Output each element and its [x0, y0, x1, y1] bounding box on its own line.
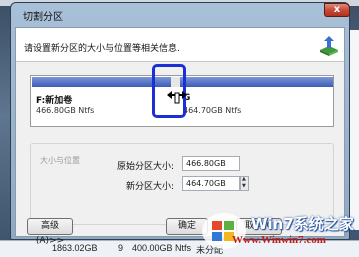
dialog-title: 切割分区 — [23, 12, 63, 23]
ok-button-label: 确定 — [177, 221, 196, 231]
advanced-button-label: 高级(A)>> — [35, 221, 65, 246]
split-partition-dialog: 切割分区 x 请设置新分区的大小与位置等相关信息. F:新加卷 466.80GB… — [10, 2, 350, 246]
advanced-button[interactable]: 高级(A)>> — [27, 218, 73, 246]
partition-left-name: F:新加卷 — [36, 96, 73, 106]
dialog-client-area: 请设置新分区的大小与位置等相关信息. F:新加卷 466.80GB Ntfs G… — [15, 27, 345, 246]
original-size-field[interactable]: 466.80GB — [182, 156, 240, 171]
partition-wizard-icon — [320, 36, 338, 56]
dialog-header: 请设置新分区的大小与位置等相关信息. — [16, 28, 344, 62]
watermark-url: Www.Winwin7.com — [232, 234, 326, 246]
new-size-label: 新分区大小: — [125, 182, 174, 192]
dialog-description: 请设置新分区的大小与位置等相关信息. — [24, 44, 180, 54]
partition-right-fill — [180, 77, 333, 87]
background-cell: 9 — [118, 243, 124, 253]
partition-left-size: 466.80GB Ntfs — [36, 106, 95, 115]
original-size-label: 原始分区大小: — [116, 162, 174, 172]
group-title: 大小与位置 — [38, 155, 82, 166]
spin-icon[interactable] — [240, 176, 249, 191]
resize-arrow-icon — [167, 91, 187, 104]
close-icon: x — [333, 4, 341, 15]
new-size-value: 464.70GB — [186, 179, 226, 188]
watermark-brand: Win7系统之家 — [251, 215, 354, 233]
partition-right-size: 464.70GB Ntfs — [183, 106, 242, 115]
close-button[interactable]: x — [324, 3, 350, 17]
original-size-value: 466.80GB — [186, 159, 226, 168]
partition-left-fill — [32, 77, 171, 87]
background-cell: 400.00GB Ntfs — [132, 243, 192, 253]
new-size-field[interactable]: 464.70GB — [182, 176, 240, 191]
